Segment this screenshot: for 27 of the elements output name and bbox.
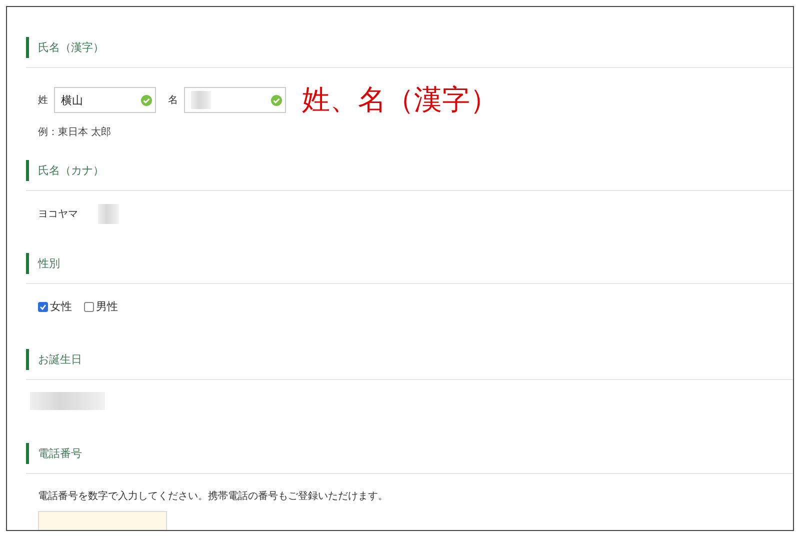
section-title: 氏名（漢字） [38,40,104,54]
checkbox[interactable] [38,302,48,312]
value-text: ヨコヤマ [38,208,78,221]
text-input[interactable] [184,87,286,113]
field-label: 名 [168,94,178,107]
check-icon [271,94,282,106]
section-marker [26,252,29,274]
text-input[interactable]: 横山 [54,87,156,113]
section-marker [26,348,29,370]
section-title: 氏名（カナ） [38,162,104,178]
field-label: 姓 [38,94,48,107]
checkbox[interactable] [84,302,94,312]
section-marker [26,442,29,464]
phone-input[interactable] [38,511,167,530]
annotation: 姓、名（漢字） [302,82,498,118]
check-icon [141,94,152,106]
blurred-patch [98,204,119,224]
help-text: 電話番号を数字で入力してください。携帯電話の番号もご登録いただけます。 [38,490,389,503]
blurred-patch [191,91,211,109]
section-title: お誕生日 [38,352,82,366]
section-title: 性別 [38,256,60,270]
hint-text: 例：東日本 太郎 [38,126,112,139]
section-title: 電話番号 [38,446,82,460]
checkbox-label: 男性 [96,299,118,314]
checkbox-label: 女性 [50,299,72,314]
section-marker [26,160,29,180]
section-marker [26,36,29,58]
